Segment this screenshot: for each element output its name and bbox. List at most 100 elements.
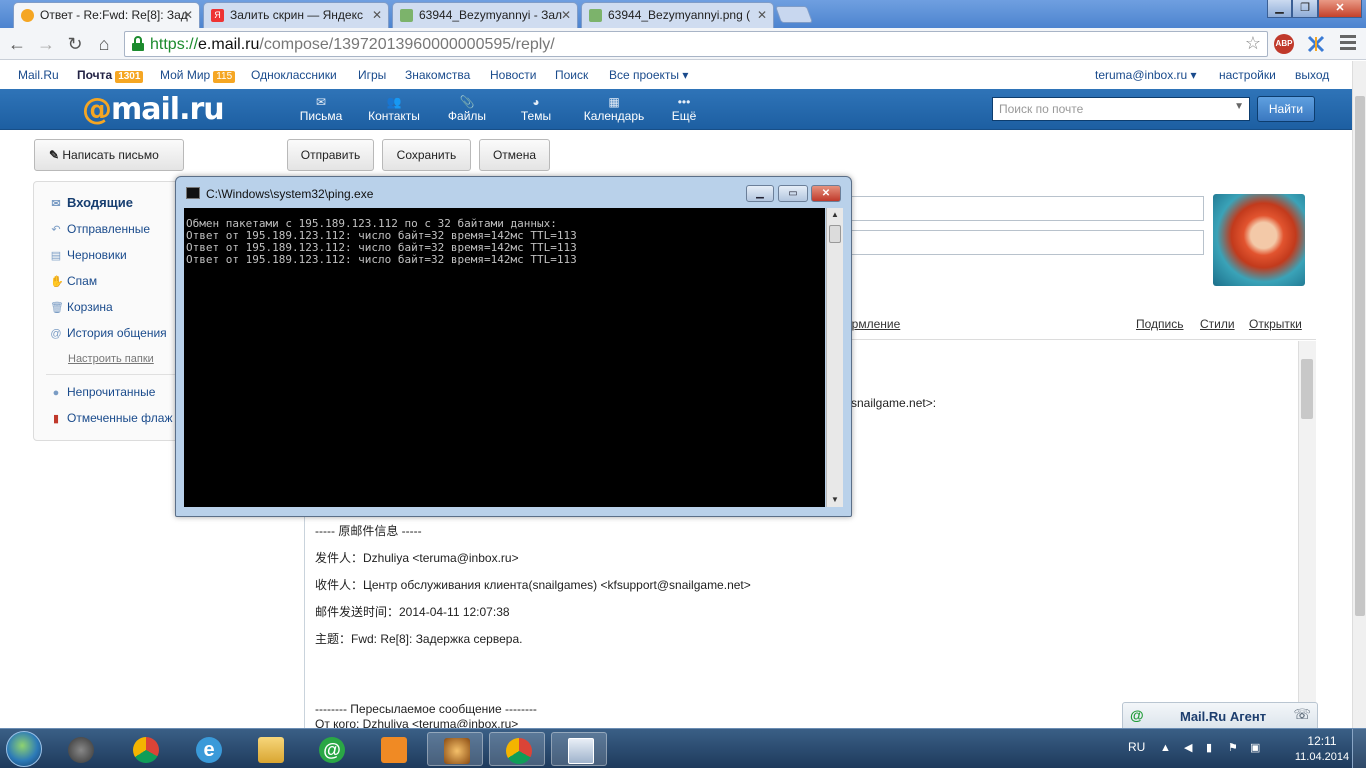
folder-spam[interactable]: ✋ Спам bbox=[50, 274, 97, 288]
scroll-thumb[interactable] bbox=[1301, 359, 1313, 419]
page-scrollbar[interactable] bbox=[1352, 61, 1366, 728]
scroll-thumb[interactable] bbox=[1355, 96, 1365, 616]
nav-themes[interactable]: ◕ Темы bbox=[501, 95, 571, 123]
portal-link-world[interactable]: Мой Мир 115 bbox=[160, 68, 236, 83]
portal-link-all-projects[interactable]: Все проекты ▾ bbox=[609, 68, 688, 82]
speaker-icon[interactable]: ◀ bbox=[1184, 742, 1196, 754]
taskbar-console[interactable] bbox=[551, 732, 607, 766]
language-indicator[interactable]: RU bbox=[1128, 740, 1145, 754]
clock-date[interactable]: 11.04.2014 bbox=[1283, 751, 1361, 763]
phone-icon[interactable]: ☏ bbox=[1293, 706, 1311, 723]
cancel-button[interactable]: Отмена bbox=[479, 139, 550, 171]
back-icon[interactable]: ← bbox=[5, 32, 29, 56]
search-button[interactable]: Найти bbox=[1257, 96, 1315, 122]
send-button[interactable]: Отправить bbox=[287, 139, 374, 171]
bookmark-star-icon[interactable]: ☆ bbox=[1245, 33, 1261, 54]
signature-link[interactable]: Подпись bbox=[1136, 317, 1184, 331]
to-field[interactable] bbox=[843, 196, 1204, 221]
taskbar-ie[interactable]: e bbox=[180, 732, 236, 766]
nav-label: Файлы bbox=[447, 109, 487, 123]
taskbar-game[interactable] bbox=[427, 732, 483, 766]
folder-drafts[interactable]: ▤ Черновики bbox=[50, 248, 127, 262]
nav-contacts[interactable]: 👥 Контакты bbox=[359, 95, 429, 123]
forward-icon[interactable]: → bbox=[34, 32, 58, 56]
folder-trash[interactable]: 🗑 Корзина bbox=[50, 300, 113, 314]
nav-label: Письма bbox=[299, 109, 343, 123]
console-window[interactable]: C:\Windows\system32\ping.exe ▁ ▭ ✕ Обмен… bbox=[175, 176, 852, 517]
user-menu[interactable]: teruma@inbox.ru ▾ bbox=[1095, 68, 1197, 82]
address-bar[interactable]: https://e.mail.ru/compose/13972013960000… bbox=[124, 31, 1268, 57]
close-icon[interactable]: ✕ bbox=[372, 3, 382, 27]
tab-image-page[interactable]: 63944_Bezymyannyi - Зал ✕ bbox=[392, 2, 578, 28]
browser-tab-strip: Ответ - Re:Fwd: Re[8]: Зад ✕ Я Залить ск… bbox=[0, 0, 1366, 28]
portal-link-ok[interactable]: Одноклассники bbox=[251, 68, 337, 82]
close-icon[interactable]: ✕ bbox=[811, 185, 841, 202]
mail-search-input[interactable]: Поиск по почте ▼ bbox=[992, 97, 1250, 121]
start-button[interactable] bbox=[6, 731, 42, 767]
action-center-icon[interactable]: ⚑ bbox=[1228, 742, 1240, 754]
tab-yandex[interactable]: Я Залить скрин — Яндекс ✕ bbox=[203, 2, 389, 28]
browser-menu-icon[interactable] bbox=[1340, 35, 1356, 51]
close-icon[interactable]: ✕ bbox=[183, 3, 193, 27]
postcards-link[interactable]: Открытки bbox=[1249, 317, 1302, 331]
scroll-down-icon[interactable]: ▼ bbox=[831, 495, 839, 504]
nav-letters[interactable]: ✉ Письма bbox=[286, 95, 356, 123]
styles-link[interactable]: Стили bbox=[1200, 317, 1235, 331]
portal-link-dating[interactable]: Знакомства bbox=[405, 68, 470, 82]
folder-unread[interactable]: ● Непрочитанные bbox=[50, 385, 156, 399]
scroll-thumb[interactable] bbox=[829, 225, 841, 243]
taskbar-media[interactable] bbox=[365, 732, 421, 766]
taskbar-chrome-active[interactable] bbox=[489, 732, 545, 766]
window-close-icon[interactable]: ✕ bbox=[1318, 0, 1362, 18]
close-icon[interactable]: ✕ bbox=[561, 3, 571, 27]
show-desktop-button[interactable] bbox=[1352, 729, 1366, 768]
portal-link-games[interactable]: Игры bbox=[358, 68, 386, 82]
maximize-icon[interactable]: ❐ bbox=[1292, 0, 1318, 18]
adblock-icon[interactable]: ABP bbox=[1274, 34, 1294, 54]
scroll-up-icon[interactable]: ▲ bbox=[831, 210, 839, 219]
nav-more[interactable]: ••• Ещё bbox=[649, 95, 719, 123]
minimize-icon[interactable]: ▁ bbox=[746, 185, 774, 202]
save-button[interactable]: Сохранить bbox=[382, 139, 471, 171]
subject-field[interactable] bbox=[843, 230, 1204, 255]
reload-icon[interactable]: ↻ bbox=[63, 32, 87, 56]
folder-flagged[interactable]: ▮ Отмеченные флаж bbox=[50, 411, 173, 425]
editor-scrollbar[interactable] bbox=[1298, 341, 1316, 728]
console-scrollbar[interactable]: ▲ ▼ bbox=[826, 208, 843, 507]
network-icon[interactable]: ▮ bbox=[1206, 742, 1218, 754]
extension-icon[interactable] bbox=[1306, 34, 1326, 54]
taskbar-explorer[interactable] bbox=[242, 732, 298, 766]
folder-history[interactable]: @ История общения bbox=[50, 326, 166, 340]
home-icon[interactable]: ⌂ bbox=[92, 32, 116, 56]
taskbar-chrome[interactable] bbox=[117, 732, 173, 766]
portal-link-mailru[interactable]: Mail.Ru bbox=[18, 68, 59, 82]
formatting-link[interactable]: ормление bbox=[845, 317, 900, 331]
tray-app-icon[interactable]: ▣ bbox=[1250, 742, 1262, 754]
configure-folders-link[interactable]: Настроить папки bbox=[68, 353, 154, 365]
clock-time[interactable]: 12:11 bbox=[1301, 734, 1343, 748]
tray-expand-icon[interactable]: ▲ bbox=[1160, 742, 1172, 754]
chevron-down-icon[interactable]: ▼ bbox=[1234, 101, 1244, 112]
spam-icon: ✋ bbox=[50, 276, 64, 288]
logout-link[interactable]: выход bbox=[1295, 68, 1329, 82]
minimize-icon[interactable]: ▁ bbox=[1267, 0, 1292, 18]
nav-files[interactable]: 📎 Файлы bbox=[432, 95, 502, 123]
settings-link[interactable]: настройки bbox=[1219, 68, 1276, 82]
taskbar-mail-agent[interactable]: @ bbox=[303, 732, 359, 766]
maximize-icon[interactable]: ▭ bbox=[778, 185, 808, 202]
tab-compose[interactable]: Ответ - Re:Fwd: Re[8]: Зад ✕ bbox=[13, 2, 200, 28]
folder-inbox[interactable]: ✉ Входящие bbox=[50, 195, 133, 210]
unread-dot-icon: ● bbox=[52, 387, 60, 399]
portal-link-news[interactable]: Новости bbox=[490, 68, 536, 82]
mailru-logo[interactable]: @mail.ru bbox=[82, 92, 225, 127]
close-icon[interactable]: ✕ bbox=[757, 3, 767, 27]
new-tab-button[interactable] bbox=[774, 6, 814, 23]
tab-image-file[interactable]: 63944_Bezymyannyi.png ( ✕ bbox=[581, 2, 774, 28]
portal-link-search[interactable]: Поиск bbox=[555, 68, 588, 82]
portal-link-mail[interactable]: Почта 1301 bbox=[77, 68, 144, 83]
taskbar-media-player[interactable] bbox=[52, 732, 108, 766]
compose-button[interactable]: ✎ Написать письмо bbox=[34, 139, 184, 171]
agent-bar[interactable]: @ Mail.Ru Агент ☏ bbox=[1122, 702, 1318, 729]
folder-sent[interactable]: ↶ Отправленные bbox=[50, 222, 150, 236]
nav-calendar[interactable]: ▦ Календарь bbox=[579, 95, 649, 123]
